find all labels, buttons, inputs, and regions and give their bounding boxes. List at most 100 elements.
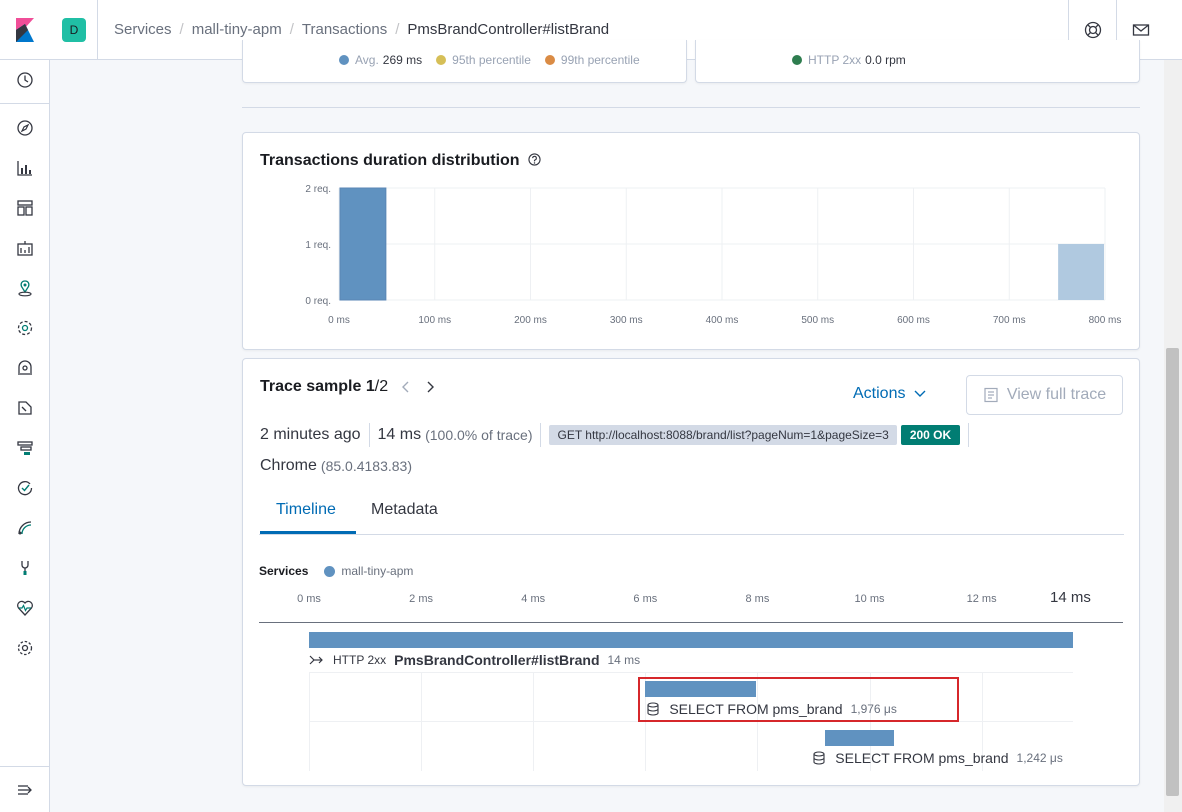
- db-span-bar[interactable]: [824, 730, 895, 746]
- trace-timestamp: 2 minutes ago: [260, 426, 361, 443]
- document-icon: [984, 387, 998, 403]
- x-tick-label: 300 ms: [610, 315, 643, 326]
- timeline-gridline: [309, 673, 310, 771]
- user-agent: Chrome (85.0.4183.83): [260, 457, 412, 475]
- histogram-bar[interactable]: [1058, 244, 1104, 300]
- canvas-icon[interactable]: [15, 238, 35, 258]
- legend-avg[interactable]: Avg. 269 ms: [339, 53, 422, 67]
- breadcrumb-transactions[interactable]: Transactions: [302, 21, 387, 38]
- timeline-tick-label: 6 ms: [633, 593, 658, 605]
- space-avatar[interactable]: D: [62, 18, 86, 42]
- latency-legend: Avg. 269 ms 95th percentile 99th percent…: [339, 53, 654, 67]
- breadcrumb-separator: /: [179, 21, 184, 38]
- x-tick-label: 0 ms: [328, 315, 350, 326]
- legend-p95[interactable]: 95th percentile: [436, 53, 531, 67]
- x-tick-label: 400 ms: [706, 315, 739, 326]
- trace-duration-pct: (100.0% of trace): [425, 427, 533, 443]
- legend-dot: [792, 55, 802, 65]
- timeline-gridline: [421, 673, 423, 771]
- span-duration: 1,242 μs: [1016, 751, 1063, 765]
- apm-icon[interactable]: [15, 438, 35, 458]
- status-badge: 200 OK: [900, 425, 961, 445]
- section-divider: [242, 107, 1140, 108]
- legend-label: HTTP 2xx: [808, 53, 862, 67]
- browser-name: Chrome: [260, 457, 317, 474]
- latency-panel: Avg. 269 ms 95th percentile 99th percent…: [242, 40, 687, 83]
- kibana-logo[interactable]: [0, 0, 50, 60]
- timeline-tick-label: 4 ms: [521, 593, 546, 605]
- legend-p99[interactable]: 99th percentile: [544, 53, 640, 67]
- timeline-tick-label: 2 ms: [409, 593, 434, 605]
- database-icon: [813, 751, 825, 765]
- breadcrumb-current: PmsBrandController#listBrand: [407, 21, 610, 38]
- collapse-nav-icon[interactable]: [15, 780, 35, 800]
- x-tick-label: 200 ms: [514, 315, 547, 326]
- page-scrollbar-thumb[interactable]: [1166, 348, 1179, 796]
- actions-button[interactable]: Actions: [853, 385, 926, 403]
- tab-timeline[interactable]: Timeline: [276, 501, 336, 519]
- timeline-tick-label: 0 ms: [297, 593, 321, 605]
- management-icon[interactable]: [15, 638, 35, 658]
- request-url-badge: GET http://localhost:8088/brand/list?pag…: [549, 425, 897, 445]
- breadcrumb-separator: /: [289, 21, 294, 38]
- dev-tools-icon[interactable]: [15, 558, 35, 578]
- uptime-icon[interactable]: [15, 478, 35, 498]
- distribution-title-text: Transactions duration distribution: [260, 152, 520, 169]
- metrics-icon[interactable]: [15, 358, 35, 378]
- timeline-services-legend: Services mall-tiny-apm: [259, 564, 413, 578]
- view-full-trace-label: View full trace: [1006, 386, 1107, 403]
- legend-value: 269 ms: [382, 53, 423, 67]
- logs-icon[interactable]: [15, 398, 35, 418]
- maps-icon[interactable]: [15, 278, 35, 298]
- trace-summary: 2 minutes ago 14 ms (100.0% of trace) GE…: [260, 423, 977, 447]
- trace-total: /2: [374, 378, 389, 395]
- legend-label: Avg.: [355, 53, 379, 67]
- timeline-tick-label: 10 ms: [854, 593, 885, 605]
- legend-label: 99th percentile: [560, 53, 640, 67]
- legend-label: 95th percentile: [452, 53, 531, 67]
- monitoring-icon[interactable]: [15, 598, 35, 618]
- service-name[interactable]: mall-tiny-apm: [341, 564, 413, 578]
- visualize-icon[interactable]: [15, 158, 35, 178]
- span-name: PmsBrandController#listBrand: [394, 652, 600, 668]
- mail-icon: [1132, 24, 1149, 36]
- browser-version: (85.0.4183.83): [320, 458, 412, 474]
- x-tick-label: 700 ms: [993, 315, 1026, 326]
- legend-dot: [339, 55, 349, 65]
- span-duration: 14 ms: [607, 653, 641, 667]
- breadcrumb-service[interactable]: mall-tiny-apm: [192, 21, 282, 38]
- nav-divider: [0, 103, 50, 104]
- merge-icon: [309, 655, 323, 665]
- tab-metadata[interactable]: Metadata: [371, 501, 438, 519]
- actions-label: Actions: [853, 385, 906, 402]
- trace-current-index: 1: [365, 378, 375, 395]
- timeline-tick-label: 12 ms: [966, 593, 997, 605]
- distribution-chart[interactable]: 0 req. 1 req. 2 req. 0 ms 100 ms 200 ms 300 ms…: [260, 178, 1130, 338]
- prev-trace-button[interactable]: [399, 380, 413, 394]
- meta-separator: [540, 423, 542, 447]
- service-color-dot: [324, 565, 336, 577]
- x-tick-label: 500 ms: [801, 315, 834, 326]
- breadcrumb-separator: /: [395, 21, 400, 38]
- transaction-span-label[interactable]: HTTP 2xx PmsBrandController#listBrand 14…: [309, 652, 640, 668]
- dashboard-icon[interactable]: [15, 198, 35, 218]
- timeline-gridline: [533, 673, 535, 771]
- kibana-logo-icon: [16, 18, 34, 42]
- span-type: HTTP 2xx: [333, 653, 387, 667]
- view-full-trace-button[interactable]: View full trace: [966, 375, 1123, 415]
- siem-icon[interactable]: [15, 518, 35, 538]
- transaction-span-bar[interactable]: [309, 632, 1073, 648]
- chevron-left-icon: [402, 381, 409, 393]
- question-icon[interactable]: [528, 153, 541, 166]
- ml-icon[interactable]: [15, 318, 35, 338]
- trace-duration: 14 ms: [377, 426, 422, 443]
- next-trace-button[interactable]: [423, 380, 437, 394]
- chevron-right-icon: [427, 381, 434, 393]
- db-span-label[interactable]: SELECT FROM pms_brand 1,242 μs: [812, 750, 1063, 766]
- histogram-bar[interactable]: [339, 187, 387, 301]
- recently-viewed-icon[interactable]: [15, 70, 35, 90]
- breadcrumb-services[interactable]: Services: [114, 21, 172, 38]
- legend-http-2xx[interactable]: HTTP 2xx 0.0 rpm: [792, 53, 906, 67]
- discover-icon[interactable]: [15, 118, 35, 138]
- x-tick-label: 800 ms: [1089, 315, 1122, 326]
